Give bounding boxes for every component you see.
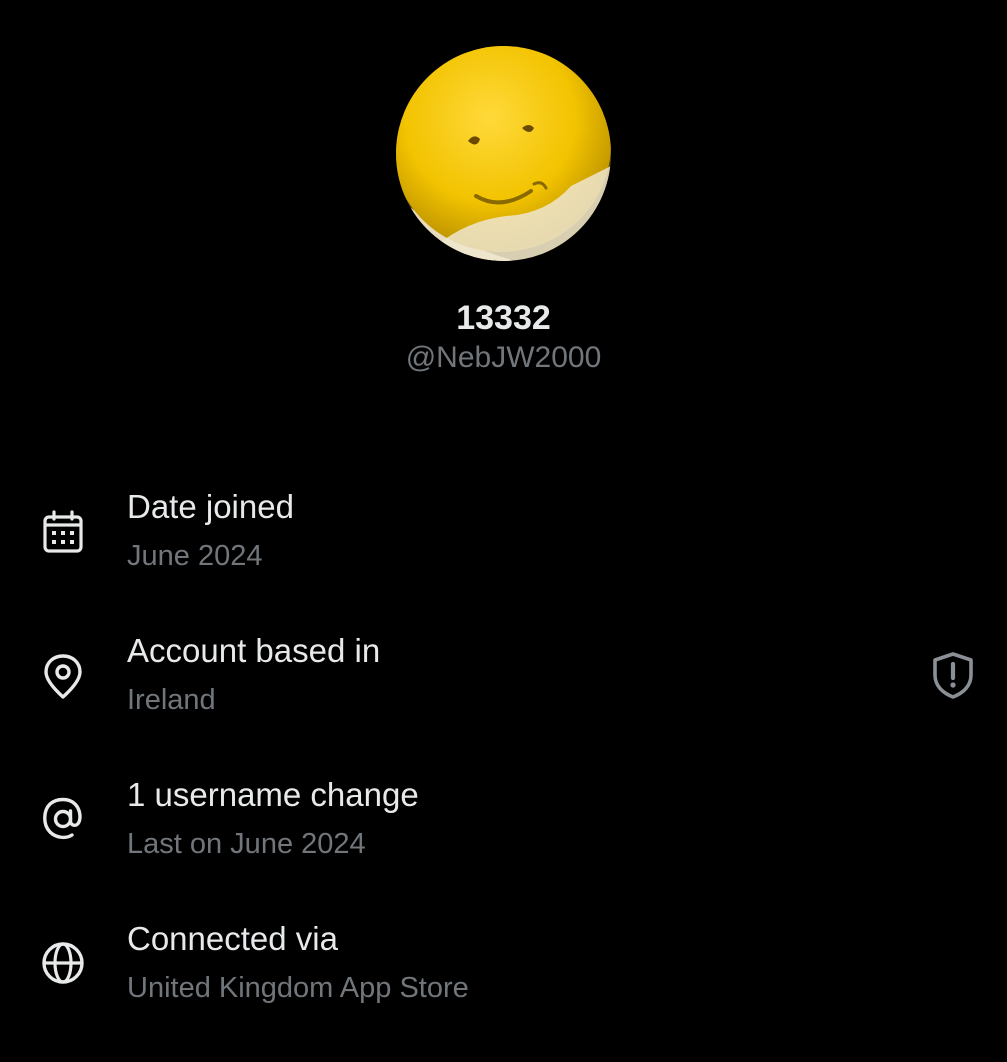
avatar[interactable] [396,46,611,261]
about-row-connected-via: Connected via United Kingdom App Store [0,912,1007,1022]
row-title: Connected via [127,920,338,957]
globe-icon [38,938,88,988]
row-subtitle: Ireland [127,684,216,716]
row-title: Account based in [127,632,381,669]
shield-alert-icon[interactable] [928,650,978,700]
row-subtitle: Last on June 2024 [127,828,366,860]
location-pin-icon [38,652,88,702]
row-title: 1 username change [127,776,419,813]
display-name: 13332 [456,299,551,337]
row-title: Date joined [127,488,294,525]
profile-header: 13332 @NebJW2000 [0,0,1007,400]
row-subtitle: June 2024 [127,540,263,572]
username-handle: @NebJW2000 [405,341,602,374]
calendar-icon [38,508,88,558]
about-row-date-joined: Date joined June 2024 [0,480,1007,590]
about-row-account-based-in: Account based in Ireland [0,624,1007,734]
avatar-image [396,46,611,261]
row-subtitle: United Kingdom App Store [127,972,469,1004]
about-row-username-change: 1 username change Last on June 2024 [0,768,1007,878]
at-sign-icon [38,794,88,844]
